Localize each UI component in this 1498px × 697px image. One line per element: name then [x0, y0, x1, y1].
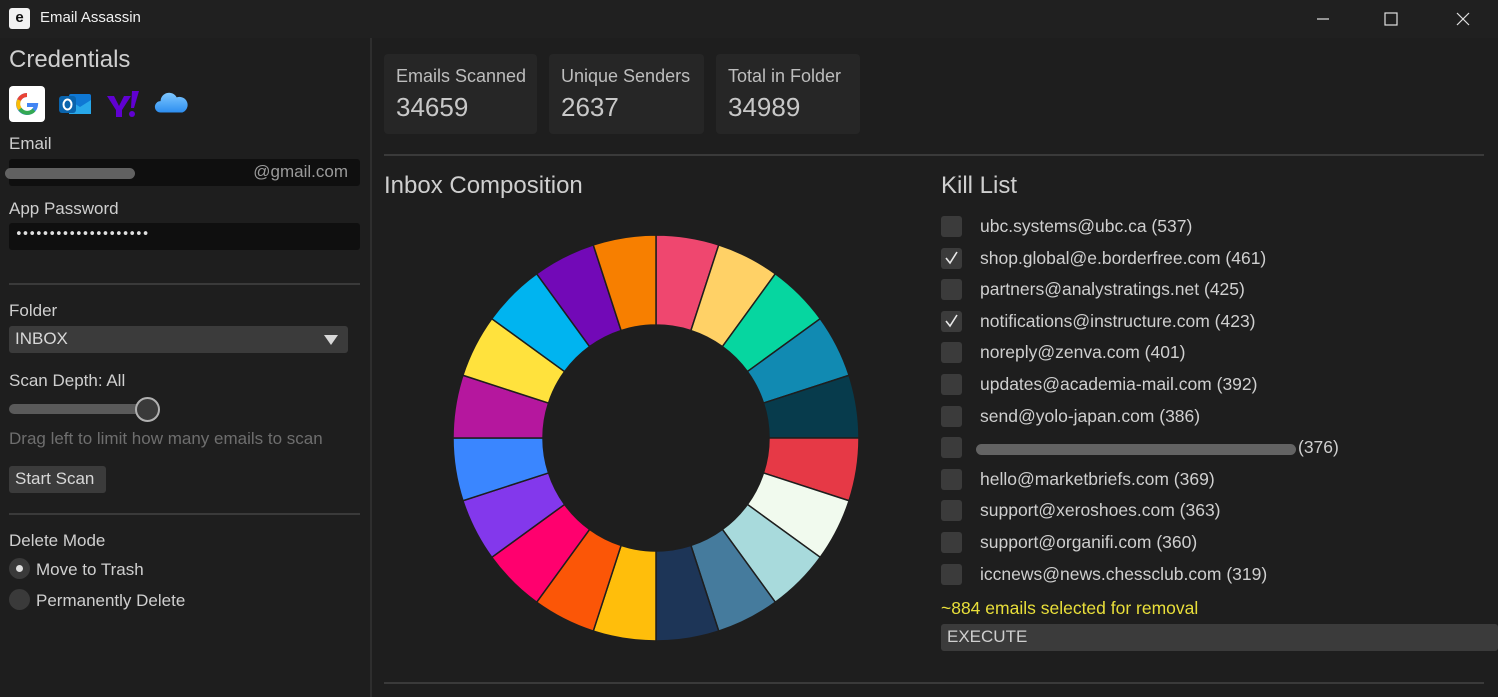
sidebar-divider [9, 513, 360, 515]
stat-label: Emails Scanned [396, 66, 527, 86]
google-provider-button[interactable] [9, 86, 45, 122]
kill-list-item[interactable]: (376) [941, 434, 1481, 460]
start-scan-button-label: Start Scan [15, 469, 95, 488]
app-password-mask: •••••••••••••••••••• [15, 227, 149, 242]
email-field[interactable]: @gmail.com [5, 159, 360, 186]
selection-summary: ~884 emails selected for removal [941, 598, 1199, 618]
scan-depth-label: Scan Depth: All [9, 371, 126, 390]
stat-value: 2637 [561, 92, 619, 122]
kill-list-item-label: hello@marketbriefs.com (369) [980, 469, 1215, 489]
minimize-button[interactable] [1288, 0, 1358, 38]
kill-list-item-label: support@organifi.com (360) [980, 532, 1198, 552]
kill-list-item-label: support@xeroshoes.com (363) [980, 500, 1221, 520]
main-divider [384, 154, 1484, 156]
yahoo-icon [107, 91, 139, 117]
start-scan-button[interactable]: Start Scan [9, 466, 106, 493]
stat-value: 34659 [396, 92, 469, 122]
checkmark-icon [945, 314, 958, 328]
kill-list-item[interactable]: notifications@instructure.com (423) [941, 308, 1481, 334]
maximize-button[interactable] [1356, 0, 1426, 38]
inbox-composition-donut [452, 234, 860, 642]
checkmark-icon [945, 251, 958, 265]
redacted-sender [976, 444, 1296, 455]
execute-button-label: EXECUTE [947, 627, 1028, 646]
stat-label: Total in Folder [728, 66, 842, 86]
kill-list-checkbox[interactable] [941, 342, 962, 363]
stat-label: Unique Senders [561, 66, 691, 86]
scan-depth-slider-handle[interactable] [135, 397, 160, 422]
kill-list-checkbox[interactable] [941, 279, 962, 300]
scan-depth-hint: Drag left to limit how many emails to sc… [9, 429, 323, 448]
close-icon [1456, 12, 1470, 26]
icloud-icon [154, 92, 188, 113]
kill-list-item[interactable]: iccnews@news.chessclub.com (319) [941, 561, 1481, 587]
google-icon [9, 86, 45, 122]
kill-list-checkbox[interactable] [941, 564, 962, 585]
kill-list-checkbox[interactable] [941, 406, 962, 427]
folder-select[interactable]: INBOX [9, 326, 348, 353]
kill-list-item[interactable]: support@organifi.com (360) [941, 529, 1481, 555]
kill-list-item[interactable]: partners@analystratings.net (425) [941, 276, 1481, 302]
delete-mode-title: Delete Mode [9, 531, 106, 550]
kill-list-item-label: updates@academia-mail.com (392) [980, 374, 1258, 394]
title-bar: e Email Assassin [0, 0, 1498, 38]
main-divider-bottom [384, 682, 1484, 684]
kill-list-checkbox[interactable] [941, 216, 962, 237]
credentials-title: Credentials [9, 46, 131, 73]
outlook-icon [59, 94, 91, 114]
radio-permanently-delete[interactable] [9, 589, 30, 610]
app-title: Email Assassin [40, 9, 141, 26]
email-label: Email [9, 134, 52, 153]
app-password-field[interactable]: •••••••••••••••••••• [9, 223, 360, 250]
stat-card-total-in-folder: Total in Folder 34989 [716, 54, 860, 134]
kill-list-item[interactable]: ubc.systems@ubc.ca (537) [941, 213, 1481, 239]
kill-list-item-label: ubc.systems@ubc.ca (537) [980, 216, 1193, 236]
kill-list-checkbox[interactable] [941, 500, 962, 521]
minimize-icon [1317, 18, 1329, 20]
kill-list-item-label: noreply@zenva.com (401) [980, 342, 1186, 362]
radio-move-to-trash[interactable] [9, 558, 30, 579]
kill-list-item-label: partners@analystratings.net (425) [980, 279, 1245, 299]
kill-list-item[interactable]: support@xeroshoes.com (363) [941, 497, 1481, 523]
kill-list-checkbox[interactable] [941, 437, 962, 458]
kill-list-checkbox[interactable] [941, 248, 962, 269]
radio-move-to-trash-label[interactable]: Move to Trash [36, 560, 144, 580]
close-button[interactable] [1428, 0, 1498, 38]
kill-list-item-label: iccnews@news.chessclub.com (319) [980, 564, 1268, 584]
inbox-composition-title: Inbox Composition [384, 172, 583, 199]
kill-list-checkbox[interactable] [941, 469, 962, 490]
kill-list-item[interactable]: hello@marketbriefs.com (369) [941, 466, 1481, 492]
icloud-provider-button[interactable] [153, 86, 189, 122]
kill-list-item-label: send@yolo-japan.com (386) [980, 406, 1201, 426]
scan-depth-slider-track[interactable] [9, 404, 149, 414]
chevron-down-icon [324, 335, 338, 345]
kill-list-item[interactable]: noreply@zenva.com (401) [941, 339, 1481, 365]
kill-list-title: Kill List [941, 172, 1018, 199]
folder-select-value: INBOX [15, 329, 68, 348]
app-icon: e [9, 8, 30, 29]
stat-value: 34989 [728, 92, 801, 122]
sidebar-divider [9, 283, 360, 285]
yahoo-provider-button[interactable] [105, 86, 141, 122]
outlook-provider-button[interactable] [57, 86, 93, 122]
stat-card-unique-senders: Unique Senders 2637 [549, 54, 704, 134]
kill-list-item[interactable]: updates@academia-mail.com (392) [941, 371, 1481, 397]
panel-divider [370, 38, 372, 697]
kill-list-item-label: notifications@instructure.com (423) [980, 311, 1256, 331]
kill-list-item-label: (376) [1298, 437, 1339, 457]
radio-permanently-delete-label[interactable]: Permanently Delete [36, 591, 185, 611]
kill-list-item-label: shop.global@e.borderfree.com (461) [980, 248, 1267, 268]
kill-list-checkbox[interactable] [941, 374, 962, 395]
redacted-email-username [5, 168, 135, 179]
execute-button[interactable]: EXECUTE [941, 624, 1498, 651]
maximize-icon [1384, 12, 1398, 26]
email-domain-suffix: @gmail.com [253, 162, 348, 181]
kill-list-checkbox[interactable] [941, 311, 962, 332]
folder-label: Folder [9, 301, 58, 320]
stat-card-emails-scanned: Emails Scanned 34659 [384, 54, 537, 134]
kill-list-checkbox[interactable] [941, 532, 962, 553]
app-password-label: App Password [9, 199, 119, 218]
kill-list-item[interactable]: send@yolo-japan.com (386) [941, 403, 1481, 429]
kill-list-item[interactable]: shop.global@e.borderfree.com (461) [941, 245, 1481, 271]
